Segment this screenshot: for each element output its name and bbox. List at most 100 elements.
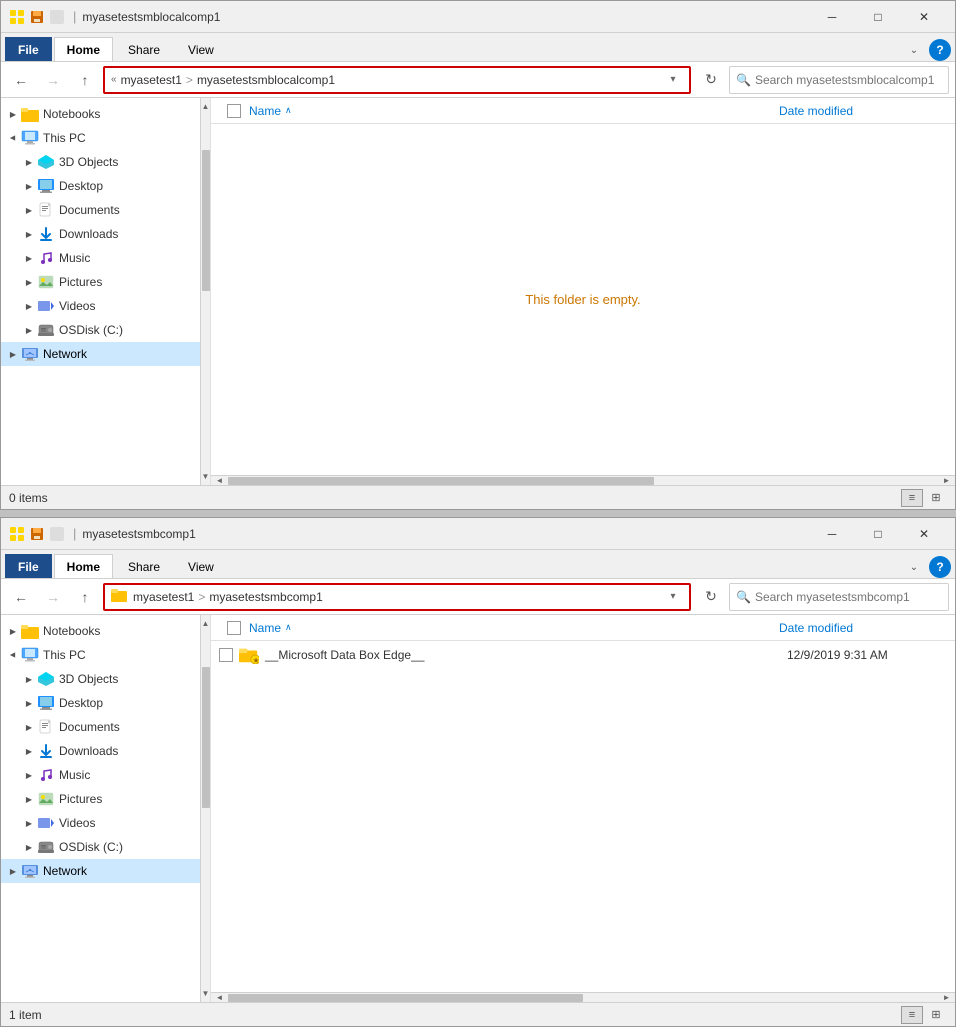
forward-button-2[interactable]: → <box>39 583 67 611</box>
tab-file-2[interactable]: File <box>5 554 52 578</box>
close-button-1[interactable]: ✕ <box>901 1 947 33</box>
main-area-2: ▶ Notebooks ▼ This PC ▶ <box>1 615 955 1002</box>
sidebar-item-music-2[interactable]: ▶ Music <box>1 763 200 787</box>
view-buttons-1[interactable]: ≡ ⊞ <box>901 489 947 507</box>
close-button-2[interactable]: ✕ <box>901 518 947 550</box>
sidebar-item-notebooks-2[interactable]: ▶ Notebooks <box>1 619 200 643</box>
sidebar-item-music-1[interactable]: ▶ Music <box>1 246 200 270</box>
scroll-track-2[interactable] <box>201 632 211 985</box>
h-scroll-track-2[interactable] <box>228 993 938 1003</box>
h-scroll-right-1[interactable]: ► <box>938 476 955 486</box>
help-button-1[interactable]: ? <box>929 39 951 61</box>
scroll-down-1[interactable]: ▼ <box>201 468 211 485</box>
sidebar-item-network-1[interactable]: ▶ Network <box>1 342 200 366</box>
sidebar-item-3d-2[interactable]: ▶ 3D Objects <box>1 667 200 691</box>
table-row[interactable]: ★ __Microsoft Data Box Edge__ 12/9/2019 … <box>211 641 955 669</box>
col-name-header-2[interactable]: Name ∧ <box>249 621 779 635</box>
tab-share-1[interactable]: Share <box>115 37 173 61</box>
back-button-1[interactable]: ← <box>7 66 35 94</box>
details-view-btn-2[interactable]: ≡ <box>901 1006 923 1024</box>
tab-view-1[interactable]: View <box>175 37 227 61</box>
view-buttons-2[interactable]: ≡ ⊞ <box>901 1006 947 1024</box>
expand-arrow-network-1: ▶ <box>5 346 21 362</box>
back-button-2[interactable]: ← <box>7 583 35 611</box>
address-bar-1[interactable]: « myasetest1 > myasetestsmblocalcomp1 ▾ <box>103 66 691 94</box>
select-all-checkbox-1[interactable] <box>227 104 241 118</box>
undo-icon <box>49 9 65 25</box>
search-input-1[interactable] <box>755 73 942 87</box>
sidebar-item-downloads-2[interactable]: ▶ Downloads <box>1 739 200 763</box>
select-all-checkbox-2[interactable] <box>227 621 241 635</box>
sidebar-item-desktop-1[interactable]: ▶ Desktop <box>1 174 200 198</box>
h-scroll-2[interactable]: ◄ ► <box>211 992 955 1002</box>
h-scroll-1[interactable]: ◄ ► <box>211 475 955 485</box>
sidebar-item-videos-1[interactable]: ▶ Videos <box>1 294 200 318</box>
file-checkbox-1[interactable] <box>219 648 233 662</box>
h-scroll-left-1[interactable]: ◄ <box>211 476 228 486</box>
col-date-header-2[interactable]: Date modified <box>779 621 939 635</box>
large-icon-view-btn-2[interactable]: ⊞ <box>925 1006 947 1024</box>
sidebar-item-desktop-2[interactable]: ▶ Desktop <box>1 691 200 715</box>
sidebar-item-thispc-2[interactable]: ▼ This PC <box>1 643 200 667</box>
expand-arrow-pictures-1: ▶ <box>21 274 37 290</box>
sidebar-item-osdisk-1[interactable]: ▶ OSDisk (C:) <box>1 318 200 342</box>
forward-button-1[interactable]: → <box>39 66 67 94</box>
maximize-button-1[interactable]: □ <box>855 1 901 33</box>
tab-home-2[interactable]: Home <box>54 554 113 578</box>
address-bar-2[interactable]: myasetest1 > myasetestsmbcomp1 ▾ <box>103 583 691 611</box>
large-icon-view-btn-1[interactable]: ⊞ <box>925 489 947 507</box>
sidebar-item-3d-1[interactable]: ▶ 3D Objects <box>1 150 200 174</box>
col-date-header-1[interactable]: Date modified <box>779 104 939 118</box>
sidebar-item-osdisk-2[interactable]: ▶ OSDisk (C:) <box>1 835 200 859</box>
tab-share-2[interactable]: Share <box>115 554 173 578</box>
ribbon-collapse-1[interactable]: ⌄ <box>903 39 925 61</box>
address-dropdown-1[interactable]: ▾ <box>663 70 683 90</box>
maximize-button-2[interactable]: □ <box>855 518 901 550</box>
scroll-down-2[interactable]: ▼ <box>201 985 211 1002</box>
minimize-button-2[interactable]: ─ <box>809 518 855 550</box>
address-dropdown-2[interactable]: ▾ <box>663 587 683 607</box>
sidebar-item-notebooks-1[interactable]: ▶ Notebooks <box>1 102 200 126</box>
scroll-track-1[interactable] <box>201 115 211 468</box>
ribbon-collapse-2[interactable]: ⌄ <box>903 556 925 578</box>
tab-file-1[interactable]: File <box>5 37 52 61</box>
content-body-1: This folder is empty. <box>211 124 955 475</box>
desktop-icon-1 <box>37 177 55 195</box>
h-scroll-right-2[interactable]: ► <box>938 993 955 1003</box>
expand-arrow-osdisk-2: ▶ <box>21 839 37 855</box>
sidebar-item-docs-1[interactable]: ▶ Documents <box>1 198 200 222</box>
sidebar-label-desktop-2: Desktop <box>59 696 103 710</box>
sidebar-label-network-1: Network <box>43 347 87 361</box>
up-button-2[interactable]: ↑ <box>71 583 99 611</box>
col-name-header-1[interactable]: Name ∧ <box>249 104 779 118</box>
refresh-button-1[interactable]: ↻ <box>697 66 725 94</box>
sidebar-vscroll-1[interactable]: ▲ ▼ <box>200 98 210 485</box>
up-button-1[interactable]: ↑ <box>71 66 99 94</box>
h-scroll-track-1[interactable] <box>228 476 938 486</box>
refresh-button-2[interactable]: ↻ <box>697 583 725 611</box>
nav-bar-2: ← → ↑ myasetest1 > myasetestsmbcomp1 ▾ ↻… <box>1 579 955 615</box>
title-bar-2: | myasetestsmbcomp1 ─ □ ✕ <box>1 518 955 550</box>
expand-arrow-docs-2: ▶ <box>21 719 37 735</box>
sidebar-item-pictures-1[interactable]: ▶ Pictures <box>1 270 200 294</box>
scroll-up-1[interactable]: ▲ <box>201 98 211 115</box>
h-scroll-left-2[interactable]: ◄ <box>211 993 228 1003</box>
sidebar-item-docs-2[interactable]: ▶ Documents <box>1 715 200 739</box>
minimize-button-1[interactable]: ─ <box>809 1 855 33</box>
folder-icon-notebooks-2 <box>21 622 39 640</box>
tab-view-2[interactable]: View <box>175 554 227 578</box>
tab-home-1[interactable]: Home <box>54 37 113 61</box>
sidebar-item-pictures-2[interactable]: ▶ Pictures <box>1 787 200 811</box>
window-controls-2[interactable]: ─ □ ✕ <box>809 518 947 550</box>
sidebar-item-network-2[interactable]: ▶ Network <box>1 859 200 883</box>
sidebar-item-videos-2[interactable]: ▶ Videos <box>1 811 200 835</box>
sidebar-vscroll-2[interactable]: ▲ ▼ <box>200 615 210 1002</box>
main-area-1: ▶ Notebooks ▼ This PC ▶ <box>1 98 955 485</box>
search-input-2[interactable] <box>755 590 942 604</box>
sidebar-item-downloads-1[interactable]: ▶ Downloads <box>1 222 200 246</box>
sidebar-item-thispc-1[interactable]: ▼ This PC <box>1 126 200 150</box>
details-view-btn-1[interactable]: ≡ <box>901 489 923 507</box>
window-controls-1[interactable]: ─ □ ✕ <box>809 1 947 33</box>
scroll-up-2[interactable]: ▲ <box>201 615 211 632</box>
help-button-2[interactable]: ? <box>929 556 951 578</box>
